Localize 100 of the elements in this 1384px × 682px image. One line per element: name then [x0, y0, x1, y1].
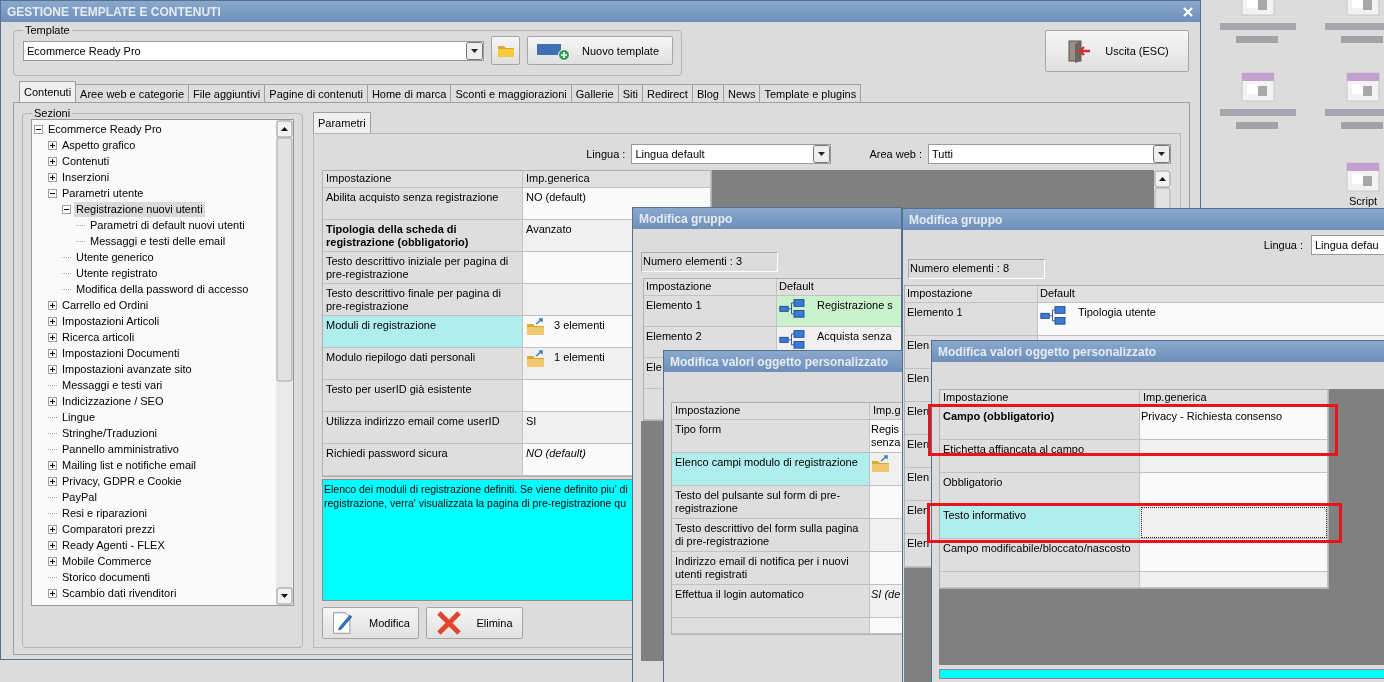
- tab[interactable]: File aggiuntivi: [188, 84, 266, 102]
- tab[interactable]: Pagine di contenuti: [264, 84, 368, 102]
- plus-box-icon[interactable]: [48, 156, 57, 166]
- tree-item[interactable]: Impostazioni Articoli: [60, 313, 162, 329]
- tree-item[interactable]: Mailing list e notifiche email: [60, 457, 198, 473]
- language-dropdown[interactable]: Lingua defau: [1311, 235, 1384, 255]
- setting-cell: Abilita acquisto senza registrazione: [323, 188, 523, 220]
- tree-item[interactable]: Impostazioni Documenti: [60, 345, 182, 361]
- field-label: Area web :: [869, 148, 922, 160]
- plus-box-icon[interactable]: [48, 588, 57, 598]
- plus-box-icon[interactable]: [48, 316, 57, 326]
- field-label: Lingua :: [1263, 239, 1303, 251]
- tree-item[interactable]: Inserzioni: [60, 169, 112, 185]
- plus-box-icon[interactable]: [48, 364, 57, 374]
- folder-icon: [496, 43, 515, 58]
- setting-cell: Richiedi password sicura: [323, 444, 523, 476]
- tree-item[interactable]: Modifica della password di accesso: [74, 281, 251, 297]
- tab[interactable]: Contenuti: [19, 81, 77, 102]
- column-header: Impostazione: [323, 171, 523, 188]
- plus-box-icon[interactable]: [48, 348, 57, 358]
- folder-icon: [526, 318, 546, 336]
- tree-item[interactable]: Ricerca articoli: [60, 329, 137, 345]
- tree-item[interactable]: Ready Agenti - FLEX: [60, 537, 167, 553]
- setting-cell: Elemento 1: [905, 303, 1038, 336]
- plus-box-icon[interactable]: [48, 524, 57, 534]
- column-header: Impostazione: [644, 279, 777, 296]
- plus-box-icon[interactable]: [48, 556, 57, 566]
- setting-cell: Testo informativo: [940, 506, 1140, 539]
- setting-cell: Moduli di registrazione: [323, 316, 523, 348]
- tree-item[interactable]: Utente generico: [74, 249, 156, 265]
- tree-item[interactable]: Parametri utente: [60, 185, 146, 201]
- minus-box-icon[interactable]: [48, 188, 57, 198]
- tab[interactable]: Sconti e maggiorazioni: [450, 84, 572, 102]
- tree-item[interactable]: Storico documenti: [60, 569, 153, 585]
- cell-text: Privacy - Richiesta consenso: [1141, 409, 1283, 423]
- setting-cell: Tipologia della scheda di registrazione (obbligatorio): [323, 220, 523, 252]
- column-header: Default: [1038, 286, 1384, 303]
- setting-cell: Modulo riepilogo dati personali: [323, 348, 523, 380]
- cell-text: Registrazione s: [817, 298, 893, 312]
- tab[interactable]: Aree web e categorie: [75, 84, 190, 102]
- folder-icon: [526, 350, 546, 368]
- scrollbar[interactable]: [276, 120, 293, 605]
- tab[interactable]: Blog: [691, 84, 724, 102]
- tree-item[interactable]: Utente registrato: [74, 265, 160, 281]
- cell-text: SI: [526, 414, 537, 428]
- tree-item[interactable]: Registrazione nuovi utenti: [74, 201, 205, 217]
- plus-box-icon[interactable]: [48, 300, 57, 310]
- column-header: Imp.generica: [523, 171, 711, 188]
- delete-button[interactable]: Elimina: [426, 607, 523, 639]
- edit-button[interactable]: Modifica: [322, 607, 419, 639]
- plus-box-icon[interactable]: [48, 332, 57, 342]
- group-label: Template: [24, 24, 71, 36]
- tree-item[interactable]: Pannello amministrativo: [60, 441, 181, 457]
- tree-item[interactable]: Messaggi e testi vari: [60, 377, 165, 393]
- close-icon[interactable]: [1182, 5, 1194, 18]
- exit-button[interactable]: Uscita (ESC): [1045, 30, 1189, 72]
- tree-item[interactable]: Carrello ed Ordini: [60, 297, 151, 313]
- cell-text: 1 elementi: [554, 350, 605, 364]
- cell-text: NO (default): [526, 446, 586, 460]
- minus-box-icon[interactable]: [34, 124, 43, 134]
- cell-text: 3 elementi: [554, 318, 605, 332]
- door-arrow-icon: [1065, 39, 1092, 63]
- tree-item[interactable]: Scambio dati rivenditori: [60, 585, 179, 601]
- plus-box-icon[interactable]: [48, 540, 57, 550]
- plus-box-icon[interactable]: [48, 460, 57, 470]
- tree-item[interactable]: Parametri di default nuovi utenti: [88, 217, 247, 233]
- group-label: Sezioni: [33, 107, 72, 119]
- tree-item[interactable]: PayPal: [60, 489, 99, 505]
- tree-item[interactable]: Comparatori prezzi: [60, 521, 157, 537]
- minus-box-icon[interactable]: [62, 204, 71, 214]
- tree-item[interactable]: Resi e riparazioni: [60, 505, 149, 521]
- template-dropdown[interactable]: Ecommerce Ready Pro: [23, 40, 484, 61]
- tree-item[interactable]: Indicizzazione / SEO: [60, 393, 166, 409]
- plus-box-icon[interactable]: [48, 140, 57, 150]
- tree-item[interactable]: Stringhe/Traduzioni: [60, 425, 159, 441]
- setting-cell: Campo modificabile/bloccato/nascosto: [940, 539, 1140, 572]
- cell-text: NO (default): [526, 190, 586, 204]
- tree-item[interactable]: Impostazioni avanzate sito: [60, 361, 194, 377]
- plus-box-icon[interactable]: [48, 172, 57, 182]
- count-label: Numero elementi : 8: [908, 259, 1045, 279]
- cell-text: Acquista senza: [817, 329, 892, 343]
- tab[interactable]: Parametri: [313, 112, 371, 133]
- tree-item[interactable]: Aspetto grafico: [60, 137, 138, 153]
- setting-cell: Testo per userID già esistente: [323, 380, 523, 412]
- setting-cell: Elemento 1: [644, 296, 777, 327]
- tree-item[interactable]: Messaggi e testi delle email: [88, 233, 228, 249]
- plus-box-icon[interactable]: [48, 476, 57, 486]
- plus-box-icon[interactable]: [48, 396, 57, 406]
- icon-label[interactable]: Script: [1341, 195, 1384, 207]
- tree-item[interactable]: Mobile Commerce: [60, 553, 154, 569]
- tree-item[interactable]: Ecommerce Ready Pro: [46, 121, 164, 137]
- tree-item[interactable]: Privacy, GDPR e Cookie: [60, 473, 184, 489]
- setting-cell: Testo descrittivo finale per pagina di pre-registrazione: [323, 284, 523, 316]
- tab[interactable]: Template e plugins: [759, 84, 862, 102]
- tree-item[interactable]: Contenuti: [60, 153, 112, 169]
- tree-item[interactable]: Lingue: [60, 409, 98, 425]
- language-dropdown[interactable]: Lingua default: [631, 144, 832, 164]
- new-template-button[interactable]: Nuovo template: [527, 36, 673, 65]
- area-dropdown[interactable]: Tutti: [928, 144, 1171, 164]
- column-header: Impostazione: [905, 286, 1038, 303]
